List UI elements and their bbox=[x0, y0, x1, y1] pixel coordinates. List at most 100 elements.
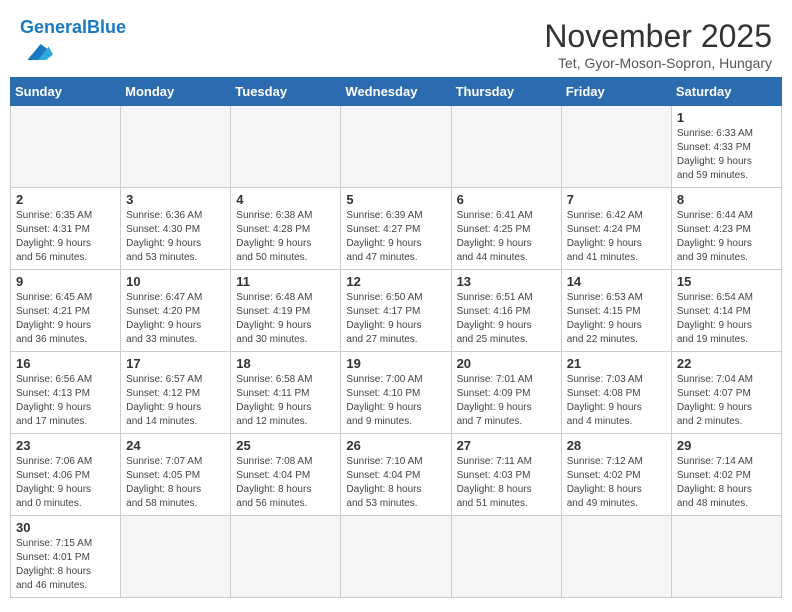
calendar-cell: 8 Sunrise: 6:44 AMSunset: 4:23 PMDaylight… bbox=[671, 188, 781, 270]
day-info: Sunrise: 6:41 AMSunset: 4:25 PMDaylight:… bbox=[457, 209, 556, 265]
calendar-cell: 22Sunrise: 7:04 AMSunset: 4:07 PMDayligh… bbox=[671, 352, 781, 434]
calendar-cell bbox=[561, 516, 671, 598]
day-info: Sunrise: 6:56 AMSunset: 4:13 PMDaylight:… bbox=[16, 373, 115, 429]
calendar-cell: 30 Sunrise: 7:15 AMSunset: 4:01 PMDayligh… bbox=[11, 516, 121, 598]
calendar-cell: 1Sunrise: 6:33 AMSunset: 4:33 PMDaylight… bbox=[671, 106, 781, 188]
day-info: Sunrise: 6:58 AMSunset: 4:11 PMDaylight:… bbox=[236, 373, 335, 429]
day-number: 28 bbox=[567, 438, 666, 453]
day-info: Sunrise: 6:42 AMSunset: 4:24 PMDaylight:… bbox=[567, 209, 666, 265]
calendar-cell: 7 Sunrise: 6:42 AMSunset: 4:24 PMDaylight… bbox=[561, 188, 671, 270]
calendar-cell bbox=[671, 516, 781, 598]
day-info: Sunrise: 6:44 AMSunset: 4:23 PMDaylight:… bbox=[677, 209, 776, 265]
calendar-cell: 20Sunrise: 7:01 AMSunset: 4:09 PMDayligh… bbox=[451, 352, 561, 434]
day-number: 8 bbox=[677, 192, 776, 207]
calendar-cell bbox=[121, 106, 231, 188]
day-number: 14 bbox=[567, 274, 666, 289]
day-info: Sunrise: 6:36 AMSunset: 4:30 PMDaylight:… bbox=[126, 209, 225, 265]
calendar-cell bbox=[341, 516, 451, 598]
calendar-cell: 3Sunrise: 6:36 AMSunset: 4:30 PMDaylight… bbox=[121, 188, 231, 270]
title-area: November 2025 Tet, Gyor-Moson-Sopron, Hu… bbox=[544, 18, 772, 71]
day-info: Sunrise: 6:51 AMSunset: 4:16 PMDaylight:… bbox=[457, 291, 556, 347]
calendar-cell: 19 Sunrise: 7:00 AMSunset: 4:10 PMDayligh… bbox=[341, 352, 451, 434]
logo-text: GeneralBlue bbox=[20, 18, 126, 38]
calendar-cell: 15Sunrise: 6:54 AMSunset: 4:14 PMDayligh… bbox=[671, 270, 781, 352]
calendar-cell: 27Sunrise: 7:11 AMSunset: 4:03 PMDayligh… bbox=[451, 434, 561, 516]
day-info: Sunrise: 7:07 AMSunset: 4:05 PMDaylight:… bbox=[126, 455, 225, 511]
calendar-cell: 16Sunrise: 6:56 AMSunset: 4:13 PMDayligh… bbox=[11, 352, 121, 434]
day-number: 26 bbox=[346, 438, 445, 453]
calendar-cell: 21Sunrise: 7:03 AMSunset: 4:08 PMDayligh… bbox=[561, 352, 671, 434]
calendar-cell: 5Sunrise: 6:39 AMSunset: 4:27 PMDaylight… bbox=[341, 188, 451, 270]
day-number: 9 bbox=[16, 274, 115, 289]
calendar-cell: 13 Sunrise: 6:51 AMSunset: 4:16 PMDayligh… bbox=[451, 270, 561, 352]
calendar-cell bbox=[341, 106, 451, 188]
day-number: 4 bbox=[236, 192, 335, 207]
week-row-4: 16Sunrise: 6:56 AMSunset: 4:13 PMDayligh… bbox=[11, 352, 782, 434]
day-info: Sunrise: 7:15 AMSunset: 4:01 PMDaylight:… bbox=[16, 537, 115, 593]
week-row-3: 9 Sunrise: 6:45 AMSunset: 4:21 PMDaylight… bbox=[11, 270, 782, 352]
day-number: 6 bbox=[457, 192, 556, 207]
logo: GeneralBlue bbox=[20, 18, 126, 71]
weekday-sunday: Sunday bbox=[11, 78, 121, 106]
day-info: Sunrise: 6:57 AMSunset: 4:12 PMDaylight:… bbox=[126, 373, 225, 429]
calendar-cell: 17 Sunrise: 6:57 AMSunset: 4:12 PMDayligh… bbox=[121, 352, 231, 434]
day-number: 12 bbox=[346, 274, 445, 289]
day-info: Sunrise: 6:53 AMSunset: 4:15 PMDaylight:… bbox=[567, 291, 666, 347]
calendar-cell bbox=[231, 516, 341, 598]
logo-icon bbox=[22, 38, 54, 66]
calendar-cell bbox=[121, 516, 231, 598]
calendar-cell: 14 Sunrise: 6:53 AMSunset: 4:15 PMDayligh… bbox=[561, 270, 671, 352]
day-info: Sunrise: 7:10 AMSunset: 4:04 PMDaylight:… bbox=[346, 455, 445, 511]
calendar-cell: 29 Sunrise: 7:14 AMSunset: 4:02 PMDayligh… bbox=[671, 434, 781, 516]
day-number: 24 bbox=[126, 438, 225, 453]
day-info: Sunrise: 6:33 AMSunset: 4:33 PMDaylight:… bbox=[677, 127, 776, 183]
weekday-wednesday: Wednesday bbox=[341, 78, 451, 106]
calendar-cell: 23 Sunrise: 7:06 AMSunset: 4:06 PMDayligh… bbox=[11, 434, 121, 516]
logo-general: General bbox=[20, 17, 87, 37]
weekday-saturday: Saturday bbox=[671, 78, 781, 106]
calendar-cell: 12 Sunrise: 6:50 AMSunset: 4:17 PMDayligh… bbox=[341, 270, 451, 352]
weekday-friday: Friday bbox=[561, 78, 671, 106]
day-number: 22 bbox=[677, 356, 776, 371]
weekday-header-row: SundayMondayTuesdayWednesdayThursdayFrid… bbox=[11, 78, 782, 106]
day-number: 29 bbox=[677, 438, 776, 453]
day-number: 25 bbox=[236, 438, 335, 453]
day-info: Sunrise: 7:12 AMSunset: 4:02 PMDaylight:… bbox=[567, 455, 666, 511]
day-number: 23 bbox=[16, 438, 115, 453]
day-number: 7 bbox=[567, 192, 666, 207]
day-number: 20 bbox=[457, 356, 556, 371]
weekday-thursday: Thursday bbox=[451, 78, 561, 106]
day-info: Sunrise: 6:47 AMSunset: 4:20 PMDaylight:… bbox=[126, 291, 225, 347]
calendar-cell bbox=[561, 106, 671, 188]
day-info: Sunrise: 6:35 AMSunset: 4:31 PMDaylight:… bbox=[16, 209, 115, 265]
day-info: Sunrise: 7:06 AMSunset: 4:06 PMDaylight:… bbox=[16, 455, 115, 511]
day-info: Sunrise: 6:39 AMSunset: 4:27 PMDaylight:… bbox=[346, 209, 445, 265]
day-info: Sunrise: 7:08 AMSunset: 4:04 PMDaylight:… bbox=[236, 455, 335, 511]
day-number: 13 bbox=[457, 274, 556, 289]
day-info: Sunrise: 7:00 AMSunset: 4:10 PMDaylight:… bbox=[346, 373, 445, 429]
day-number: 17 bbox=[126, 356, 225, 371]
calendar-cell bbox=[451, 106, 561, 188]
calendar-cell bbox=[11, 106, 121, 188]
calendar-cell: 25 Sunrise: 7:08 AMSunset: 4:04 PMDayligh… bbox=[231, 434, 341, 516]
header: GeneralBlue November 2025 Tet, Gyor-Moso… bbox=[10, 10, 782, 77]
day-info: Sunrise: 6:50 AMSunset: 4:17 PMDaylight:… bbox=[346, 291, 445, 347]
calendar-subtitle: Tet, Gyor-Moson-Sopron, Hungary bbox=[544, 55, 772, 71]
weekday-tuesday: Tuesday bbox=[231, 78, 341, 106]
week-row-1: 1Sunrise: 6:33 AMSunset: 4:33 PMDaylight… bbox=[11, 106, 782, 188]
day-number: 30 bbox=[16, 520, 115, 535]
calendar-table: SundayMondayTuesdayWednesdayThursdayFrid… bbox=[10, 77, 782, 598]
week-row-5: 23 Sunrise: 7:06 AMSunset: 4:06 PMDayligh… bbox=[11, 434, 782, 516]
day-info: Sunrise: 7:11 AMSunset: 4:03 PMDaylight:… bbox=[457, 455, 556, 511]
calendar-cell: 6 Sunrise: 6:41 AMSunset: 4:25 PMDaylight… bbox=[451, 188, 561, 270]
calendar-cell: 24 Sunrise: 7:07 AMSunset: 4:05 PMDayligh… bbox=[121, 434, 231, 516]
day-number: 11 bbox=[236, 274, 335, 289]
weekday-monday: Monday bbox=[121, 78, 231, 106]
day-info: Sunrise: 6:45 AMSunset: 4:21 PMDaylight:… bbox=[16, 291, 115, 347]
day-info: Sunrise: 7:14 AMSunset: 4:02 PMDaylight:… bbox=[677, 455, 776, 511]
week-row-2: 2Sunrise: 6:35 AMSunset: 4:31 PMDaylight… bbox=[11, 188, 782, 270]
calendar-cell: 11Sunrise: 6:48 AMSunset: 4:19 PMDayligh… bbox=[231, 270, 341, 352]
day-number: 19 bbox=[346, 356, 445, 371]
week-row-6: 30 Sunrise: 7:15 AMSunset: 4:01 PMDayligh… bbox=[11, 516, 782, 598]
calendar-cell: 4Sunrise: 6:38 AMSunset: 4:28 PMDaylight… bbox=[231, 188, 341, 270]
